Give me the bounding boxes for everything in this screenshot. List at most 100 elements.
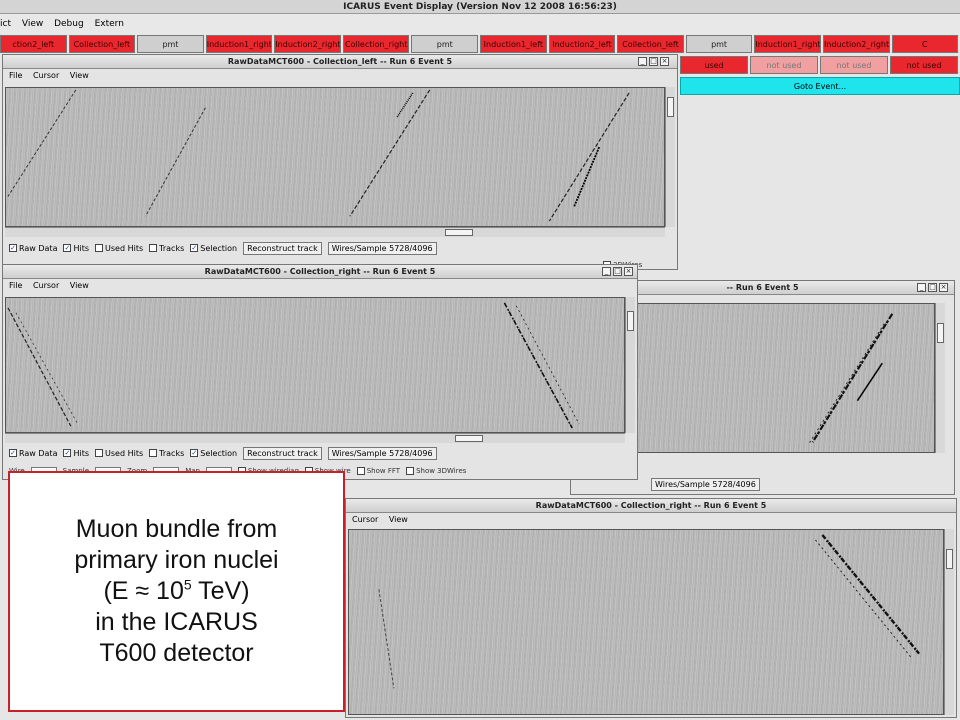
checkbox-icon (149, 244, 158, 252)
check-show-fft[interactable]: Show FFT (356, 467, 400, 475)
checkbox-icon: ✓ (9, 449, 17, 457)
view-button-0[interactable]: ction2_left (0, 35, 67, 53)
close-icon[interactable]: × (939, 283, 948, 292)
menu-file[interactable]: File (9, 71, 22, 80)
menu-view[interactable]: View (70, 281, 89, 290)
control-row: ✓ Raw Data ✓ Hits Used Hits Tracks ✓ Select… (9, 239, 437, 257)
minimize-icon[interactable]: _ (638, 57, 647, 66)
checkbox-icon: ✓ (190, 244, 199, 252)
check-tracks[interactable]: Tracks (149, 244, 184, 253)
menu-file[interactable]: ict (0, 19, 11, 29)
view-status-1[interactable]: not used (750, 56, 818, 74)
view-button-10[interactable]: pmt (685, 35, 753, 53)
menu-view[interactable]: View (22, 19, 43, 29)
view-button-12[interactable]: Induction2_right (822, 35, 890, 53)
menu-cursor[interactable]: Cursor (33, 71, 59, 80)
track-overlay (7, 89, 630, 222)
view-button-8[interactable]: Induction2_left (548, 35, 616, 53)
caption-line: T600 detector (99, 639, 254, 667)
scroll-thumb[interactable] (445, 229, 473, 236)
checkbox-icon: ✓ (9, 244, 17, 252)
maximize-icon[interactable]: □ (928, 283, 937, 292)
maximize-icon[interactable]: □ (613, 267, 622, 276)
checkbox-icon: ✓ (63, 449, 72, 457)
horizontal-scrollbar[interactable] (5, 227, 665, 237)
check-tracks[interactable]: Tracks (149, 449, 184, 458)
check-used-hits[interactable]: Used Hits (95, 244, 143, 253)
window-controls: _ □ × (602, 267, 633, 276)
view-button-2[interactable]: pmt (137, 35, 204, 53)
minimize-icon[interactable]: _ (917, 283, 926, 292)
checkbox-icon: ✓ (190, 449, 199, 457)
view-button-13[interactable]: C (891, 35, 959, 53)
wire-time-canvas[interactable] (5, 297, 625, 433)
window-menu-bar: File Cursor View (3, 69, 677, 83)
app-menu-bar: ict View Debug Extern (0, 14, 960, 34)
scroll-thumb[interactable] (627, 311, 634, 331)
vertical-scrollbar[interactable] (944, 529, 954, 715)
window-controls: _ □ × (917, 283, 948, 292)
window-menu-bar: Cursor View (346, 513, 956, 527)
wires-sample-readout: Wires/Sample 5728/4096 (327, 446, 437, 460)
checkbox-icon (406, 467, 415, 475)
menu-file[interactable]: File (9, 281, 22, 290)
close-icon[interactable]: × (660, 57, 669, 66)
window-controls: _ □ × (638, 57, 669, 66)
checkbox-icon: ✓ (63, 244, 72, 252)
checkbox-icon (95, 244, 104, 252)
checkbox-icon (95, 449, 104, 457)
vertical-scrollbar[interactable] (935, 303, 945, 453)
desktop: ICARUS Event Display (Version Nov 12 200… (0, 0, 960, 720)
view-button-5[interactable]: Collection_right (342, 35, 410, 53)
view-button-9[interactable]: Collection_left (617, 35, 684, 53)
goto-event-button[interactable]: Goto Event... (680, 77, 960, 95)
view-status-0[interactable]: used (680, 56, 748, 74)
check-raw-data[interactable]: ✓ Raw Data (9, 244, 57, 253)
scroll-thumb[interactable] (455, 435, 483, 442)
menu-cursor[interactable]: Cursor (352, 515, 378, 524)
vertical-scrollbar[interactable] (665, 87, 675, 227)
caption-box: Muon bundle from primary iron nuclei (E … (8, 471, 345, 712)
minimize-icon[interactable]: _ (602, 267, 611, 276)
window-collection-right: RawDataMCT600 - Collection_right -- Run … (2, 264, 638, 480)
wires-sample-readout: Wires/Sample 5728/4096 (651, 477, 760, 491)
vertical-scrollbar[interactable] (625, 297, 635, 433)
check-show-3dwires[interactable]: Show 3DWires (406, 467, 466, 475)
menu-cursor[interactable]: Cursor (33, 281, 59, 290)
view-button-11[interactable]: Induction1_right (754, 35, 821, 53)
view-button-6[interactable]: pmt (411, 35, 479, 53)
view-button-1[interactable]: Collection_left (68, 35, 136, 53)
wire-time-canvas[interactable] (348, 529, 944, 715)
view-status-3[interactable]: not used (890, 56, 958, 74)
scroll-thumb[interactable] (937, 323, 944, 343)
view-status-2[interactable]: not used (820, 56, 888, 74)
checkbox-icon (356, 467, 365, 475)
check-used-hits[interactable]: Used Hits (95, 449, 143, 458)
check-selection[interactable]: ✓ Selection (190, 449, 237, 458)
window-title: RawDataMCT600 - Collection_right -- Run … (3, 265, 637, 279)
check-hits[interactable]: ✓ Hits (63, 244, 89, 253)
menu-view[interactable]: View (389, 515, 408, 524)
reconstruct-track-button[interactable]: Reconstruct track (243, 241, 322, 255)
close-icon[interactable]: × (624, 267, 633, 276)
horizontal-scrollbar[interactable] (5, 433, 625, 443)
control-row: Wires/Sample 5728/4096 (651, 475, 760, 493)
maximize-icon[interactable]: □ (649, 57, 658, 66)
check-hits[interactable]: ✓ Hits (63, 449, 89, 458)
view-button-7[interactable]: Induction1_left (480, 35, 547, 53)
menu-view[interactable]: View (70, 71, 89, 80)
checkbox-icon (149, 449, 158, 457)
window-menu-bar: File Cursor View (3, 279, 637, 293)
caption-line: (E ≈ 105 TeV) (103, 576, 250, 605)
check-selection[interactable]: ✓ Selection (190, 244, 237, 253)
wire-time-canvas[interactable] (5, 87, 665, 227)
reconstruct-track-button[interactable]: Reconstruct track (243, 446, 322, 460)
menu-debug[interactable]: Debug (54, 19, 84, 29)
view-button-4[interactable]: Induction2_right (274, 35, 341, 53)
view-button-3[interactable]: Induction1_right (205, 35, 273, 53)
menu-extern[interactable]: Extern (95, 19, 124, 29)
scroll-thumb[interactable] (946, 549, 953, 569)
check-raw-data[interactable]: ✓ Raw Data (9, 449, 57, 458)
view-status-row: used not used not used not used (680, 56, 960, 74)
scroll-thumb[interactable] (667, 97, 674, 117)
